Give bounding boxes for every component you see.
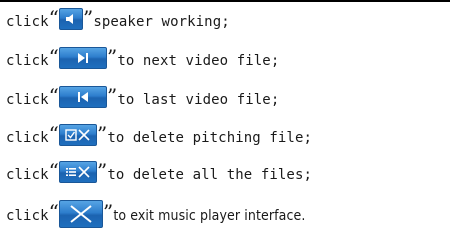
instruction-line-delete-all: click “ ” to delete all the files; bbox=[6, 159, 312, 191]
previous-button[interactable] bbox=[58, 86, 107, 108]
line-prefix: click bbox=[6, 92, 49, 108]
line-description: speaker working; bbox=[93, 14, 230, 30]
close-quote: ” bbox=[96, 122, 108, 146]
line-description: to last video file; bbox=[117, 92, 280, 108]
speaker-icon bbox=[65, 14, 73, 24]
open-quote: “ bbox=[48, 6, 59, 30]
close-quote: ” bbox=[106, 84, 118, 108]
previous-track-icon bbox=[77, 92, 88, 102]
delete-selected-icon bbox=[65, 129, 90, 141]
instruction-line-exit: click “ ” to exit music player interface… bbox=[6, 200, 305, 232]
next-button[interactable] bbox=[58, 47, 107, 69]
line-prefix: click bbox=[6, 130, 49, 146]
next-track-icon bbox=[77, 53, 88, 63]
instruction-line-next: click “ ” to next video file; bbox=[6, 45, 279, 77]
exit-button[interactable] bbox=[58, 200, 103, 228]
top-rule bbox=[0, 0, 450, 2]
delete-selected-button[interactable] bbox=[58, 124, 97, 146]
delete-all-icon bbox=[65, 166, 90, 178]
open-quote: “ bbox=[48, 45, 59, 69]
open-quote: “ bbox=[48, 84, 59, 108]
open-quote: “ bbox=[48, 200, 59, 224]
line-description: to delete all the files; bbox=[107, 167, 313, 183]
line-prefix: click bbox=[6, 208, 49, 224]
instruction-line-speaker: click “ ” speaker working; bbox=[6, 6, 230, 38]
line-prefix: click bbox=[6, 53, 49, 69]
line-description: to next video file; bbox=[117, 53, 280, 69]
line-prefix: click bbox=[6, 14, 49, 30]
speaker-button[interactable] bbox=[58, 8, 83, 30]
exit-icon bbox=[70, 205, 92, 223]
line-description: to exit music player interface. bbox=[113, 208, 306, 224]
close-quote: ” bbox=[82, 6, 94, 30]
close-quote: ” bbox=[106, 45, 118, 69]
line-prefix: click bbox=[6, 167, 49, 183]
instruction-line-delete-selected: click “ ” to delete pitching file; bbox=[6, 122, 312, 154]
open-quote: “ bbox=[48, 122, 59, 146]
line-description: to delete pitching file; bbox=[107, 130, 313, 146]
delete-all-button[interactable] bbox=[58, 161, 97, 183]
instruction-line-previous: click “ ” to last video file; bbox=[6, 84, 279, 116]
open-quote: “ bbox=[48, 159, 59, 183]
close-quote: ” bbox=[102, 200, 114, 224]
close-quote: ” bbox=[96, 159, 108, 183]
